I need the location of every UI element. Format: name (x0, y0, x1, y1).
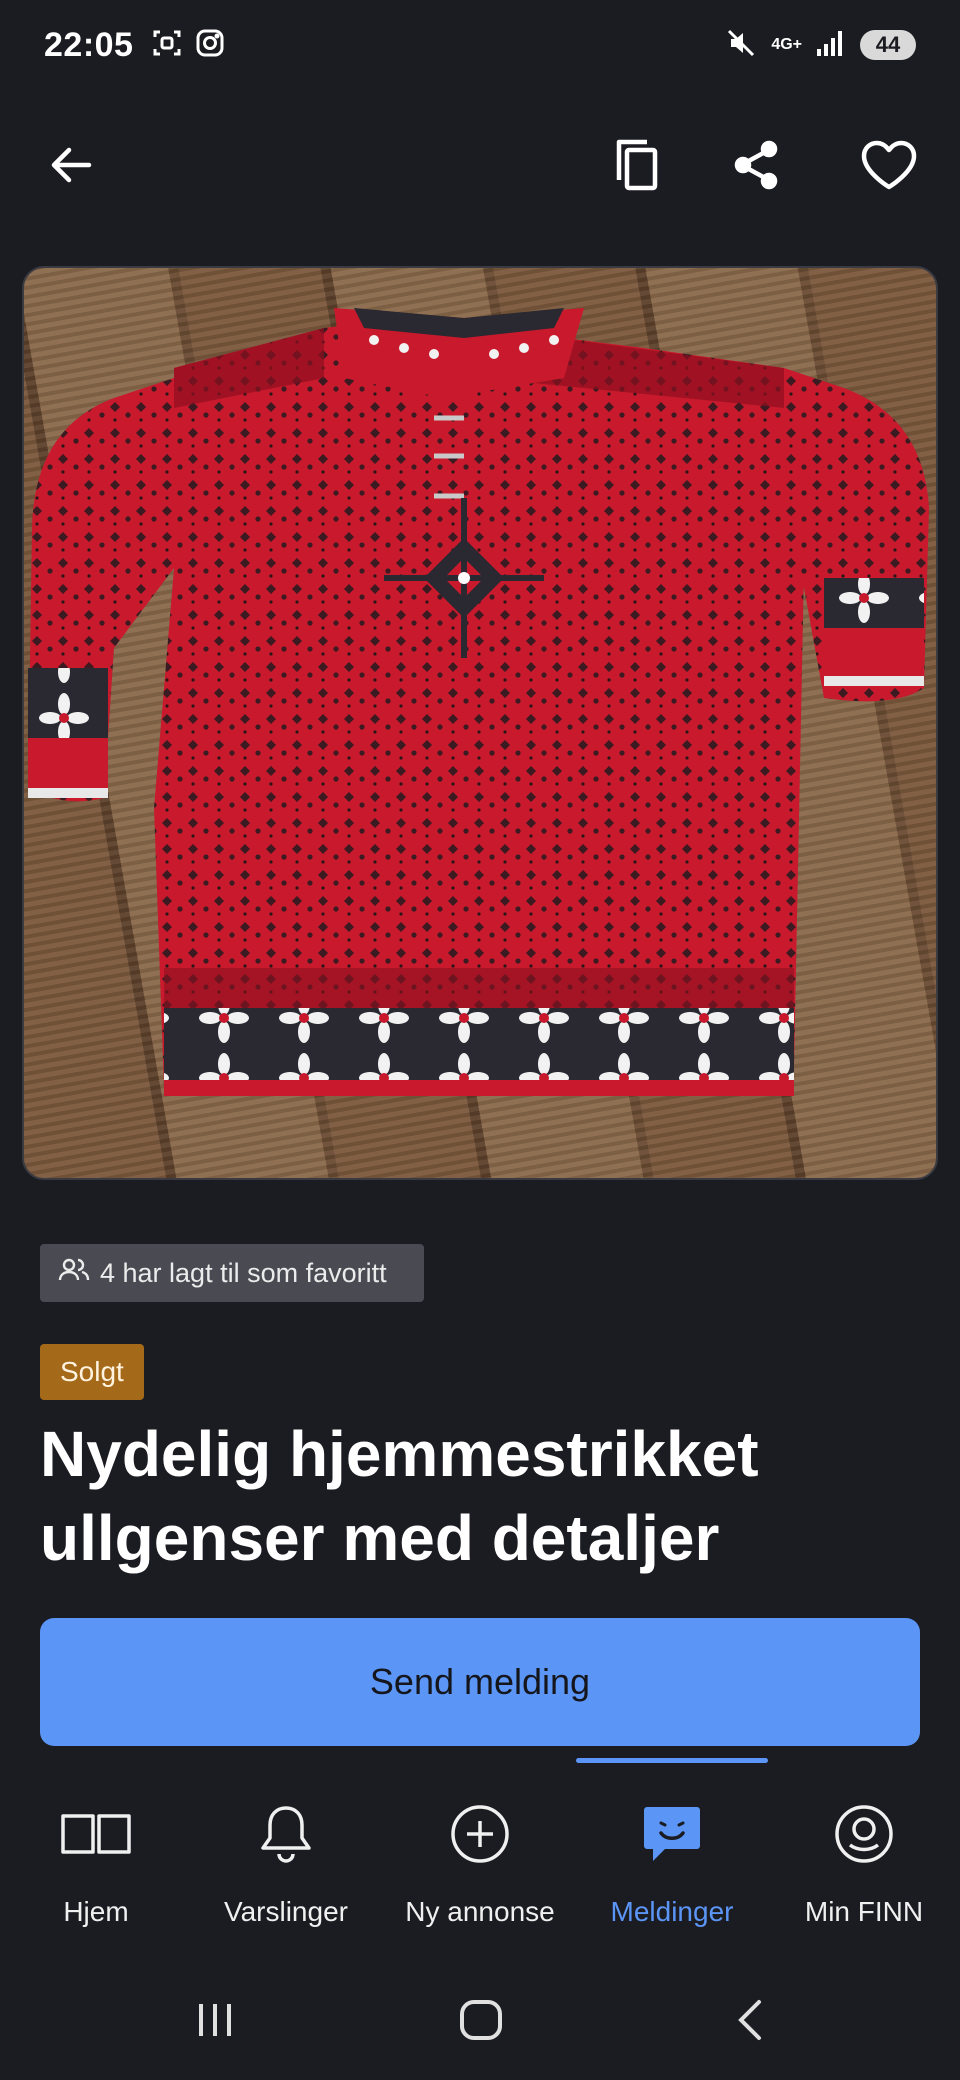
copy-link-button[interactable] (602, 130, 672, 200)
listing-photo[interactable] (22, 266, 938, 1180)
screenshot-icon (151, 27, 183, 64)
top-action-bar (0, 120, 960, 210)
share-icon (734, 140, 778, 190)
copy-icon (616, 139, 658, 191)
listing-title: Nydelig hjemmestrikket ullgenser med det… (40, 1412, 920, 1580)
back-button[interactable] (36, 130, 106, 200)
listing-title-line2: ullgenser med detaljer (40, 1502, 720, 1574)
favorite-button[interactable] (854, 130, 924, 200)
bottom-navigation: Hjem Varslinger Ny annonse Meldinger Min… (0, 1758, 960, 1948)
book-icon (60, 1798, 132, 1870)
plus-circle-icon (449, 1798, 511, 1870)
home-icon (460, 2000, 502, 2040)
nav-label-min-finn: Min FINN (804, 1896, 924, 1927)
nav-item-hjem[interactable]: Hjem (0, 1798, 192, 1938)
status-time: 22:05 (44, 25, 134, 64)
share-button[interactable] (722, 130, 792, 200)
sweater-image (28, 308, 929, 1096)
nav-item-ny-annonse[interactable]: Ny annonse (384, 1798, 576, 1938)
nav-item-min-finn[interactable]: Min FINN (768, 1798, 960, 1938)
nav-label-varslinger: Varslinger (224, 1896, 348, 1927)
mute-icon (725, 27, 757, 64)
recent-apps-button[interactable] (180, 1990, 250, 2050)
recent-apps-icon (199, 2004, 231, 2036)
chat-icon (641, 1798, 703, 1870)
send-message-button[interactable]: Send melding (40, 1618, 920, 1746)
profile-icon (833, 1798, 895, 1870)
nav-item-varslinger[interactable]: Varslinger (190, 1798, 382, 1938)
system-back-icon (738, 2000, 761, 2040)
favorites-badge: 4 har lagt til som favoritt (40, 1244, 424, 1302)
signal-icon (816, 29, 846, 62)
instagram-icon (195, 28, 225, 63)
people-icon (58, 1257, 90, 1290)
favorites-text: 4 har lagt til som favoritt (100, 1257, 387, 1288)
nav-item-meldinger[interactable]: Meldinger (576, 1798, 768, 1938)
battery-indicator: 44 (860, 30, 916, 60)
system-navigation-bar (0, 1976, 960, 2066)
system-back-button[interactable] (716, 1990, 786, 2050)
heart-icon (861, 140, 917, 190)
bell-icon (258, 1798, 314, 1870)
network-label: 4G+ (771, 36, 802, 53)
sold-status-badge: Solgt (40, 1344, 144, 1400)
status-left-icons (151, 27, 225, 64)
nav-label-ny-annonse: Ny annonse (405, 1896, 555, 1927)
home-button[interactable] (446, 1990, 516, 2050)
status-right: 4G+ 44 (725, 27, 916, 64)
back-arrow-icon (51, 147, 92, 183)
listing-title-line1: Nydelig hjemmestrikket (40, 1418, 759, 1490)
status-bar: 22:05 4G+ 44 (0, 0, 960, 90)
nav-label-hjem: Hjem (63, 1896, 129, 1927)
nav-label-meldinger: Meldinger (610, 1896, 734, 1927)
